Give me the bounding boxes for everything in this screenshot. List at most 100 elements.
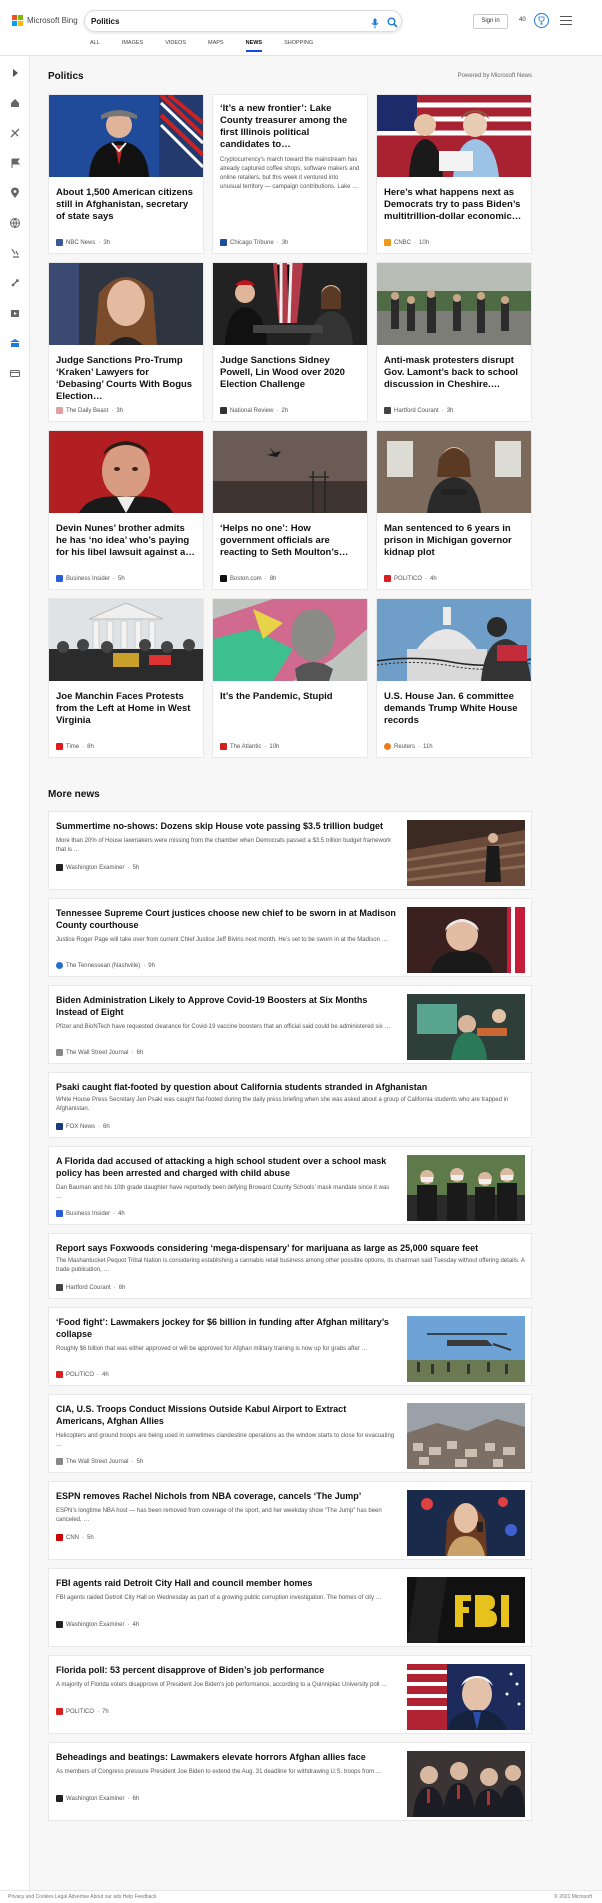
sign-in-button[interactable]: Sign in [473,14,508,29]
list-item[interactable]: Report says Foxwoods considering ‘mega-d… [48,1233,532,1299]
search-icon[interactable] [387,15,398,33]
news-source[interactable]: POLITICO · 7h [56,1708,109,1715]
news-card[interactable]: Devin Nunes’ brother admits he has ‘no i… [48,430,204,590]
bing-logo[interactable]: Microsoft Bing [12,15,78,26]
tab-news[interactable]: NEWS [245,40,262,54]
news-source[interactable]: The Wall Street Journal · 5h [56,1458,143,1465]
news-source[interactable]: Business Insider · 4h [56,1210,125,1217]
news-card[interactable]: Joe Manchin Faces Protests from the Left… [48,598,204,758]
news-title[interactable]: ‘It’s a new frontier’: Lake County treas… [220,103,360,151]
news-card[interactable]: It’s the Pandemic, Stupid The Atlantic · 1… [212,598,368,758]
list-item[interactable]: CIA, U.S. Troops Conduct Missions Outsid… [48,1394,532,1473]
news-source[interactable]: Hartford Courant · 3h [384,407,453,414]
tab-videos[interactable]: VIDEOS [165,40,186,54]
news-card[interactable]: Judge Sanctions Pro-Trump ‘Kraken’ Lawye… [48,262,204,422]
news-source[interactable]: Boston.com · 8h [220,575,276,582]
news-title[interactable]: ‘Helps no one’: How government officials… [220,523,360,559]
news-source[interactable]: Washington Examiner · 4h [56,1621,139,1628]
news-title[interactable]: It’s the Pandemic, Stupid [220,691,360,703]
news-source[interactable]: Business Insider · 5h [56,575,125,582]
news-title[interactable]: Summertime no-shows: Dozens skip House v… [56,820,396,832]
tab-maps[interactable]: MAPS [208,40,224,54]
list-item[interactable]: Beheadings and beatings: Lawmakers eleva… [48,1742,532,1821]
news-title[interactable]: U.S. House Jan. 6 committee demands Trum… [384,691,524,727]
list-item[interactable]: ESPN removes Rachel Nichols from NBA cov… [48,1481,532,1560]
news-thumbnail[interactable] [407,1155,525,1221]
news-thumbnail[interactable] [407,1403,525,1469]
news-title[interactable]: Report says Foxwoods considering ‘mega-d… [56,1242,526,1254]
news-thumbnail[interactable] [407,1316,525,1382]
news-card[interactable]: Here’s what happens next as Democrats tr… [376,94,532,254]
news-source[interactable]: Washington Examiner · 6h [56,1795,139,1802]
news-thumbnail[interactable] [407,1577,525,1643]
news-title[interactable]: Joe Manchin Faces Protests from the Left… [56,691,196,727]
news-title[interactable]: Here’s what happens next as Democrats tr… [384,187,524,223]
news-title[interactable]: Tennessee Supreme Court justices choose … [56,907,396,931]
list-item[interactable]: Tennessee Supreme Court justices choose … [48,898,532,977]
news-source[interactable]: CNBC · 10h [384,239,429,246]
news-card[interactable]: Judge Sanctions Sidney Powell, Lin Wood … [212,262,368,422]
rewards-trophy-icon[interactable] [534,13,549,28]
news-title[interactable]: Biden Administration Likely to Approve C… [56,994,396,1018]
news-source[interactable]: The Daily Beast · 3h [56,407,123,414]
list-item[interactable]: ‘Food fight’: Lawmakers jockey for $6 bi… [48,1307,532,1386]
news-thumbnail[interactable] [407,1664,525,1730]
entertainment-icon[interactable] [9,306,21,318]
news-title[interactable]: Judge Sanctions Pro-Trump ‘Kraken’ Lawye… [56,355,196,403]
news-thumbnail[interactable] [407,1751,525,1817]
money-icon[interactable] [9,366,21,378]
globe-icon[interactable] [9,216,21,229]
powered-by[interactable]: Powered by Microsoft News [458,73,532,79]
list-item[interactable]: FBI agents raid Detroit City Hall and co… [48,1568,532,1647]
news-card[interactable]: ‘It’s a new frontier’: Lake County treas… [212,94,368,254]
tab-all[interactable]: ALL [90,40,100,54]
search-input[interactable] [91,14,351,29]
news-title[interactable]: Man sentenced to 6 years in prison in Mi… [384,523,524,559]
news-thumbnail[interactable] [407,907,525,973]
news-source[interactable]: National Review · 2h [220,407,288,414]
news-title[interactable]: ‘Food fight’: Lawmakers jockey for $6 bi… [56,1316,396,1340]
list-item[interactable]: Summertime no-shows: Dozens skip House v… [48,811,532,890]
home-icon[interactable] [9,96,21,108]
news-title[interactable]: FBI agents raid Detroit City Hall and co… [56,1577,396,1589]
news-source[interactable]: The Tennessean (Nashville) · 9h [56,962,155,969]
news-title[interactable]: About 1,500 American citizens still in A… [56,187,196,223]
news-card[interactable]: About 1,500 American citizens still in A… [48,94,204,254]
news-source[interactable]: NBC News · 3h [56,239,110,246]
footer-links[interactable]: Privacy and Cookies Legal Advertise Abou… [8,1894,156,1900]
news-source[interactable]: Hartford Courant · 6h [56,1284,125,1291]
tab-images[interactable]: IMAGES [122,40,143,54]
list-item[interactable]: Florida poll: 53 percent disapprove of B… [48,1655,532,1734]
list-item[interactable]: Biden Administration Likely to Approve C… [48,985,532,1064]
list-item[interactable]: Psaki caught flat-footed by question abo… [48,1072,532,1138]
news-title[interactable]: Florida poll: 53 percent disapprove of B… [56,1664,396,1676]
news-source[interactable]: Chicago Tribune · 3h [220,239,288,246]
flag-icon[interactable] [9,156,21,168]
news-source[interactable]: POLITICO · 4h [384,575,437,582]
news-title[interactable]: A Florida dad accused of attacking a hig… [56,1155,396,1179]
location-icon[interactable] [9,186,21,198]
news-title[interactable]: Judge Sanctions Sidney Powell, Lin Wood … [220,355,360,391]
news-thumbnail[interactable] [407,820,525,886]
news-thumbnail[interactable] [407,994,525,1060]
news-source[interactable]: The Atlantic · 10h [220,743,279,750]
news-card[interactable]: ‘Helps no one’: How government officials… [212,430,368,590]
sports-icon[interactable] [9,126,21,138]
news-title[interactable]: ESPN removes Rachel Nichols from NBA cov… [56,1490,396,1502]
news-title[interactable]: CIA, U.S. Troops Conduct Missions Outsid… [56,1403,396,1427]
news-title[interactable]: Anti-mask protesters disrupt Gov. Lamont… [384,355,524,391]
rocket-icon[interactable] [9,276,21,288]
news-card[interactable]: Anti-mask protesters disrupt Gov. Lamont… [376,262,532,422]
tab-shopping[interactable]: SHOPPING [284,40,313,54]
expand-icon[interactable] [9,66,21,78]
list-item[interactable]: A Florida dad accused of attacking a hig… [48,1146,532,1225]
news-source[interactable]: Time · 8h [56,743,94,750]
microphone-icon[interactable] [371,16,379,34]
politics-icon[interactable] [9,336,21,348]
science-icon[interactable] [9,246,21,258]
news-source[interactable]: The Wall Street Journal · 6h [56,1049,143,1056]
news-source[interactable]: Reuters · 11h [384,743,433,750]
news-source[interactable]: CNN · 5h [56,1534,94,1541]
news-card[interactable]: U.S. House Jan. 6 committee demands Trum… [376,598,532,758]
news-card[interactable]: Man sentenced to 6 years in prison in Mi… [376,430,532,590]
